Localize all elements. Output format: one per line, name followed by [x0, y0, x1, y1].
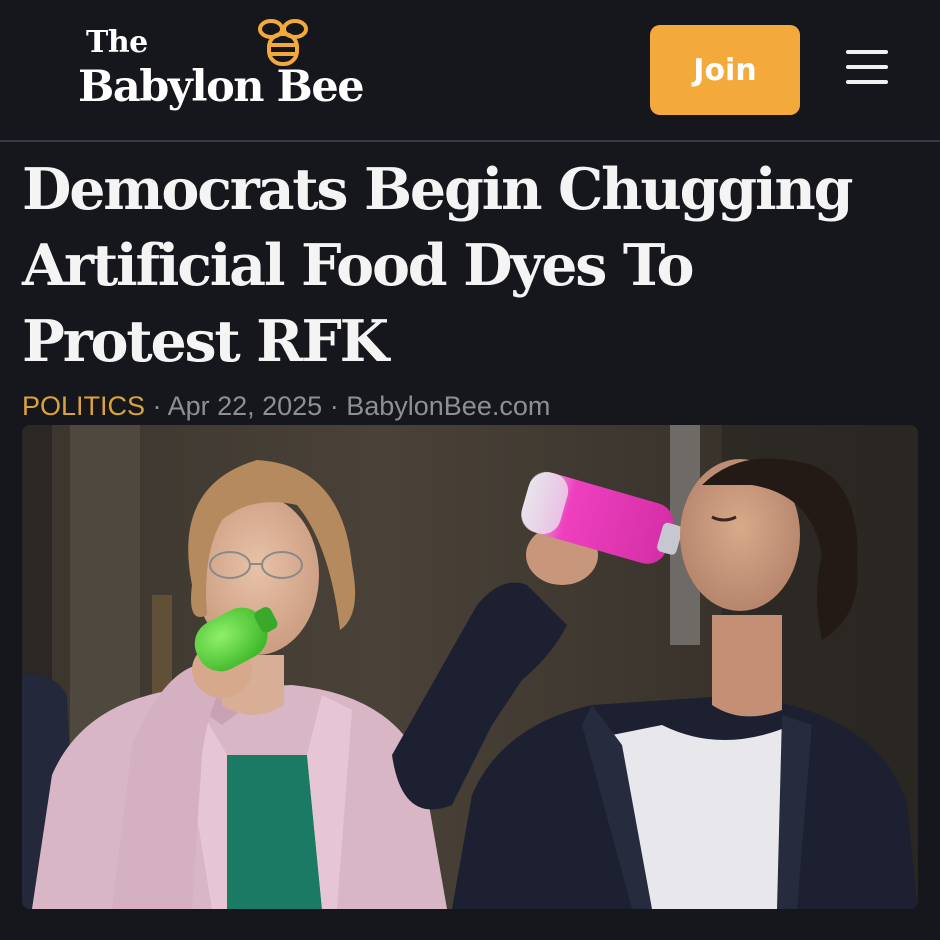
site-header: The Babylon Bee Join [0, 0, 940, 140]
article-source: BabylonBee.com [346, 391, 551, 421]
article-category-link[interactable]: POLITICS [22, 391, 145, 421]
header-divider [0, 140, 940, 142]
article-date: Apr 22, 2025 [167, 391, 323, 421]
article-photo[interactable] [22, 425, 918, 909]
article-headline[interactable]: Democrats Begin Chugging Artificial Food… [22, 152, 922, 380]
meta-separator: · [329, 391, 339, 421]
join-button[interactable]: Join [650, 25, 800, 115]
bee-icon [258, 19, 308, 66]
logo-text-the: The [86, 25, 148, 60]
article-meta: POLITICS · Apr 22, 2025 · BabylonBee.com [22, 388, 550, 424]
hamburger-menu-icon[interactable] [842, 44, 892, 90]
site-logo[interactable]: The Babylon Bee [78, 18, 398, 118]
meta-separator: · [152, 391, 162, 421]
article-page: The Babylon Bee Join Democrats Begin Chu… [0, 0, 940, 940]
logo-text-name: Babylon Bee [78, 62, 365, 112]
article-photo-illustration [22, 425, 918, 909]
